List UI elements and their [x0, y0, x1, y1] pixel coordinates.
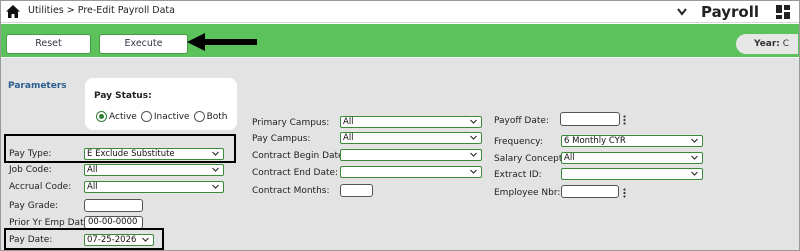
accrual-code-select[interactable]: All — [84, 181, 224, 193]
year-indicator: Year: C — [736, 34, 798, 54]
job-code-label: Job Code: — [9, 165, 52, 175]
pay-grade-input[interactable] — [84, 199, 143, 212]
primary-campus-value: All — [343, 117, 354, 127]
module-title: Payroll — [700, 3, 759, 21]
accrual-code-label: Accrual Code: — [9, 182, 72, 192]
breadcrumb: Utilities > Pre-Edit Payroll Data — [28, 5, 175, 16]
home-icon[interactable] — [6, 5, 20, 18]
salary-concept-value: All — [564, 153, 575, 163]
chevron-down-icon — [212, 167, 219, 172]
chevron-down-icon[interactable] — [677, 8, 687, 16]
parameters-panel: Parameters Pay Status: Active Inactive B… — [1, 58, 799, 250]
reset-button[interactable]: Reset — [6, 34, 91, 54]
employee-nbr-input[interactable] — [561, 185, 619, 198]
pay-status-title: Pay Status: — [94, 91, 152, 101]
radio-active-label: Active — [109, 111, 137, 122]
chevron-down-icon — [470, 119, 477, 124]
contract-months-label: Contract Months: — [252, 186, 330, 196]
salary-concept-select[interactable]: All — [561, 152, 703, 164]
accrual-code-value: All — [87, 182, 98, 192]
prior-yr-emp-date-label: Prior Yr Emp Date: — [9, 218, 93, 228]
extract-id-label: Extract ID: — [494, 170, 542, 180]
radio-both[interactable] — [193, 111, 205, 122]
extract-id-select[interactable] — [561, 168, 703, 180]
payoff-date-label: Payoff Date: — [494, 116, 549, 126]
frequency-value: 6 Monthly CYR — [564, 136, 626, 146]
radio-inactive[interactable] — [140, 111, 152, 122]
pay-status-card: Pay Status: Active Inactive Both — [85, 78, 237, 130]
salary-concept-label: Salary Concept: — [494, 154, 566, 164]
toolbar: Reset Execute Year: C — [1, 24, 799, 57]
module-switcher[interactable]: Payroll — [677, 3, 767, 21]
radio-both-label: Both — [206, 111, 228, 122]
pay-campus-select[interactable]: All — [340, 132, 482, 144]
radio-inactive-label: Inactive — [153, 111, 190, 122]
chevron-down-icon — [691, 171, 698, 176]
chevron-down-icon — [691, 155, 698, 160]
contract-end-date-select[interactable] — [340, 166, 482, 178]
job-code-select[interactable]: All — [84, 164, 224, 176]
pointer-arrow-icon — [187, 33, 257, 51]
pay-grade-label: Pay Grade: — [9, 201, 59, 211]
dashboard-grid-icon[interactable] — [776, 5, 790, 19]
execute-button[interactable]: Execute — [99, 34, 188, 54]
parameters-title: Parameters — [8, 81, 67, 91]
chevron-down-icon — [691, 138, 698, 143]
job-code-value: All — [87, 165, 98, 175]
payoff-date-input[interactable] — [560, 112, 620, 126]
contract-end-date-label: Contract End Date: — [252, 168, 339, 178]
highlight-box-pay-date — [4, 228, 164, 250]
pay-status-radio-group: Active Inactive Both — [96, 111, 231, 122]
radio-active[interactable] — [96, 111, 107, 122]
employee-nbr-label: Employee Nbr: — [494, 188, 561, 198]
app-header: Utilities > Pre-Edit Payroll Data Payrol… — [1, 1, 799, 23]
contract-begin-date-label: Contract Begin Date: — [252, 151, 347, 161]
pay-campus-label: Pay Campus: — [252, 134, 311, 144]
chevron-down-icon — [470, 135, 477, 140]
contract-begin-date-select[interactable] — [340, 149, 482, 161]
chevron-down-icon — [470, 152, 477, 157]
pay-campus-value: All — [343, 133, 354, 143]
frequency-select[interactable]: 6 Monthly CYR — [561, 135, 703, 147]
more-options-icon[interactable] — [623, 115, 626, 125]
year-label: Year: — [754, 39, 780, 49]
primary-campus-select[interactable]: All — [340, 116, 482, 128]
highlight-box-pay-type — [4, 134, 236, 163]
year-value: C — [782, 39, 790, 49]
frequency-label: Frequency: — [494, 137, 543, 147]
more-options-icon[interactable] — [623, 188, 626, 198]
contract-months-input[interactable] — [340, 184, 373, 197]
chevron-down-icon — [470, 169, 477, 174]
chevron-down-icon — [212, 184, 219, 189]
primary-campus-label: Primary Campus: — [252, 118, 330, 128]
